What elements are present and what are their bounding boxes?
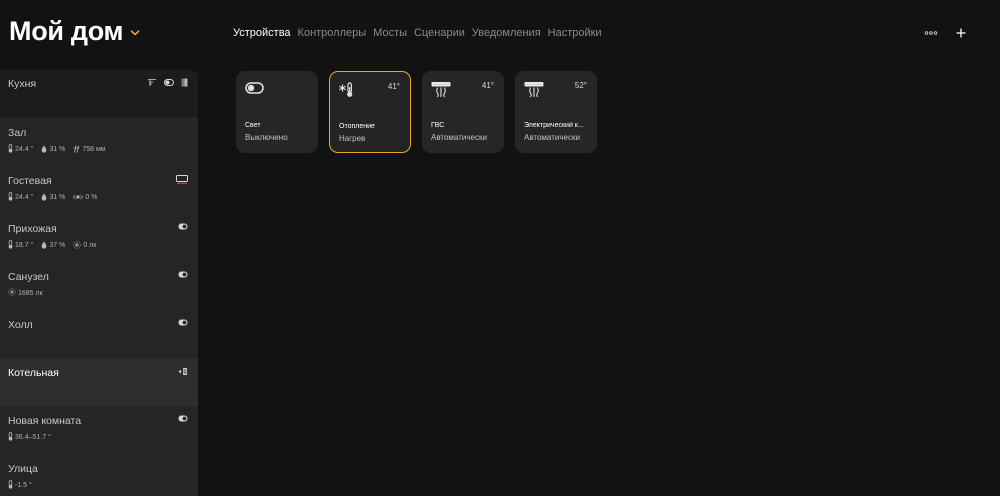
room-name: Гостевая (8, 175, 52, 187)
room-name: Холл (8, 319, 33, 331)
rooms-sidebar: Кухня Зал 24.4 ° 31 % 758 мм Гостевая 24… (0, 70, 198, 496)
humidity-icon (41, 193, 47, 203)
sensor-humidity: 31 % (41, 145, 65, 155)
device-name: ГВС (431, 122, 445, 129)
device-card-light[interactable]: Свет Выключено (236, 71, 318, 153)
tab-bridges[interactable]: Мосты (373, 27, 407, 39)
toggle-icon (245, 81, 264, 99)
home-selector[interactable]: Мой дом (9, 16, 141, 47)
device-name: Отопление (339, 123, 375, 130)
room-item-hall[interactable]: Зал 24.4 ° 31 % 758 мм (0, 118, 198, 166)
toggle-icon (178, 415, 188, 422)
room-item-boiler-room[interactable]: Котельная (0, 358, 198, 406)
sensor-humidity: 31 % (41, 193, 65, 203)
thermometer-icon (8, 144, 13, 155)
device-card-heating[interactable]: 41° Отопление Нагрев (329, 71, 411, 153)
room-name: Новая комната (8, 415, 82, 427)
thermometer-icon (8, 240, 13, 251)
sensor-temperature: -1.5 ° (8, 480, 32, 491)
sensor-illuminance: 1685 лк (8, 288, 43, 298)
heating-thermometer-icon (339, 82, 355, 103)
room-item-lobby[interactable]: Холл (0, 310, 198, 358)
sensor-temperature: 24.4 ° (8, 192, 33, 203)
device-temperature: 41° (387, 82, 400, 91)
main-nav: Устройства Контроллеры Мосты Сценарии Ув… (233, 27, 602, 39)
thermometer-icon (8, 432, 13, 443)
illuminance-icon (73, 240, 82, 251)
tv-icon (176, 175, 188, 184)
room-item-bathroom[interactable]: Санузел 1685 лк (0, 262, 198, 310)
sensor-illuminance: 0 лк (73, 240, 96, 251)
room-name: Улица (8, 463, 38, 475)
heater-icon (178, 367, 188, 376)
device-name: Электрический к... (524, 122, 584, 129)
tab-devices[interactable]: Устройства (233, 27, 291, 39)
tab-notifications[interactable]: Уведомления (472, 27, 541, 39)
sensor-humidity: 37 % (41, 241, 65, 251)
room-name: Котельная (8, 367, 59, 379)
device-temperature: 52° (574, 81, 587, 90)
sensor-pressure: 758 мм (73, 144, 106, 155)
sensor-temperature: 18.7 ° (8, 240, 33, 251)
room-name: Зал (8, 127, 27, 139)
thermometer-icon (8, 192, 13, 203)
door-icon (181, 78, 188, 87)
tab-scenarios[interactable]: Сценарии (414, 27, 465, 39)
toggle-icon (178, 319, 188, 326)
sensor-noise: 0 % (73, 193, 97, 203)
pressure-icon (73, 144, 80, 155)
room-item-street[interactable]: Улица -1.5 ° (0, 454, 198, 496)
plus-icon[interactable] (954, 26, 968, 40)
sensor-temperature: 24.4 ° (8, 144, 33, 155)
device-card-electric-boiler[interactable]: 52° Электрический к... Автоматически (515, 71, 597, 153)
device-card-hot-water[interactable]: 41° ГВС Автоматически (422, 71, 504, 153)
room-item-guest[interactable]: Гостевая 24.4 ° 31 % 0 % (0, 166, 198, 214)
thermometer-icon (8, 480, 13, 491)
toggle-icon (178, 223, 188, 230)
device-status: Выключено (245, 133, 288, 142)
device-temperature: 41° (481, 81, 494, 90)
device-status: Автоматически (524, 133, 580, 142)
device-grid: Свет Выключено 41° Отопление Нагрев 41° … (236, 71, 597, 153)
device-name: Свет (245, 122, 261, 129)
device-status: Автоматически (431, 133, 487, 142)
more-icon[interactable] (924, 26, 938, 40)
humidity-icon (41, 241, 47, 251)
sensor-temperature: 36.4–51.7 ° (8, 432, 51, 443)
humidity-icon (41, 145, 47, 155)
room-item-kitchen[interactable]: Кухня (0, 70, 198, 118)
room-item-entrance[interactable]: Прихожая 18.7 ° 37 % 0 лк (0, 214, 198, 262)
home-title: Мой дом (9, 16, 124, 46)
toggle-icon (178, 271, 188, 278)
tab-settings[interactable]: Настройки (548, 27, 602, 39)
water-heater-icon (524, 81, 544, 102)
toggle-icon (164, 79, 174, 86)
room-name: Прихожая (8, 223, 57, 235)
water-heater-icon (431, 81, 451, 102)
top-actions (924, 26, 968, 40)
room-name: Санузел (8, 271, 49, 283)
illuminance-icon (8, 288, 16, 298)
noise-icon (73, 193, 84, 203)
room-item-new-room[interactable]: Новая комната 36.4–51.7 ° (0, 406, 198, 454)
blinds-icon (147, 78, 157, 87)
tab-controllers[interactable]: Контроллеры (298, 27, 367, 39)
chevron-down-icon (129, 26, 141, 38)
device-status: Нагрев (339, 134, 366, 143)
